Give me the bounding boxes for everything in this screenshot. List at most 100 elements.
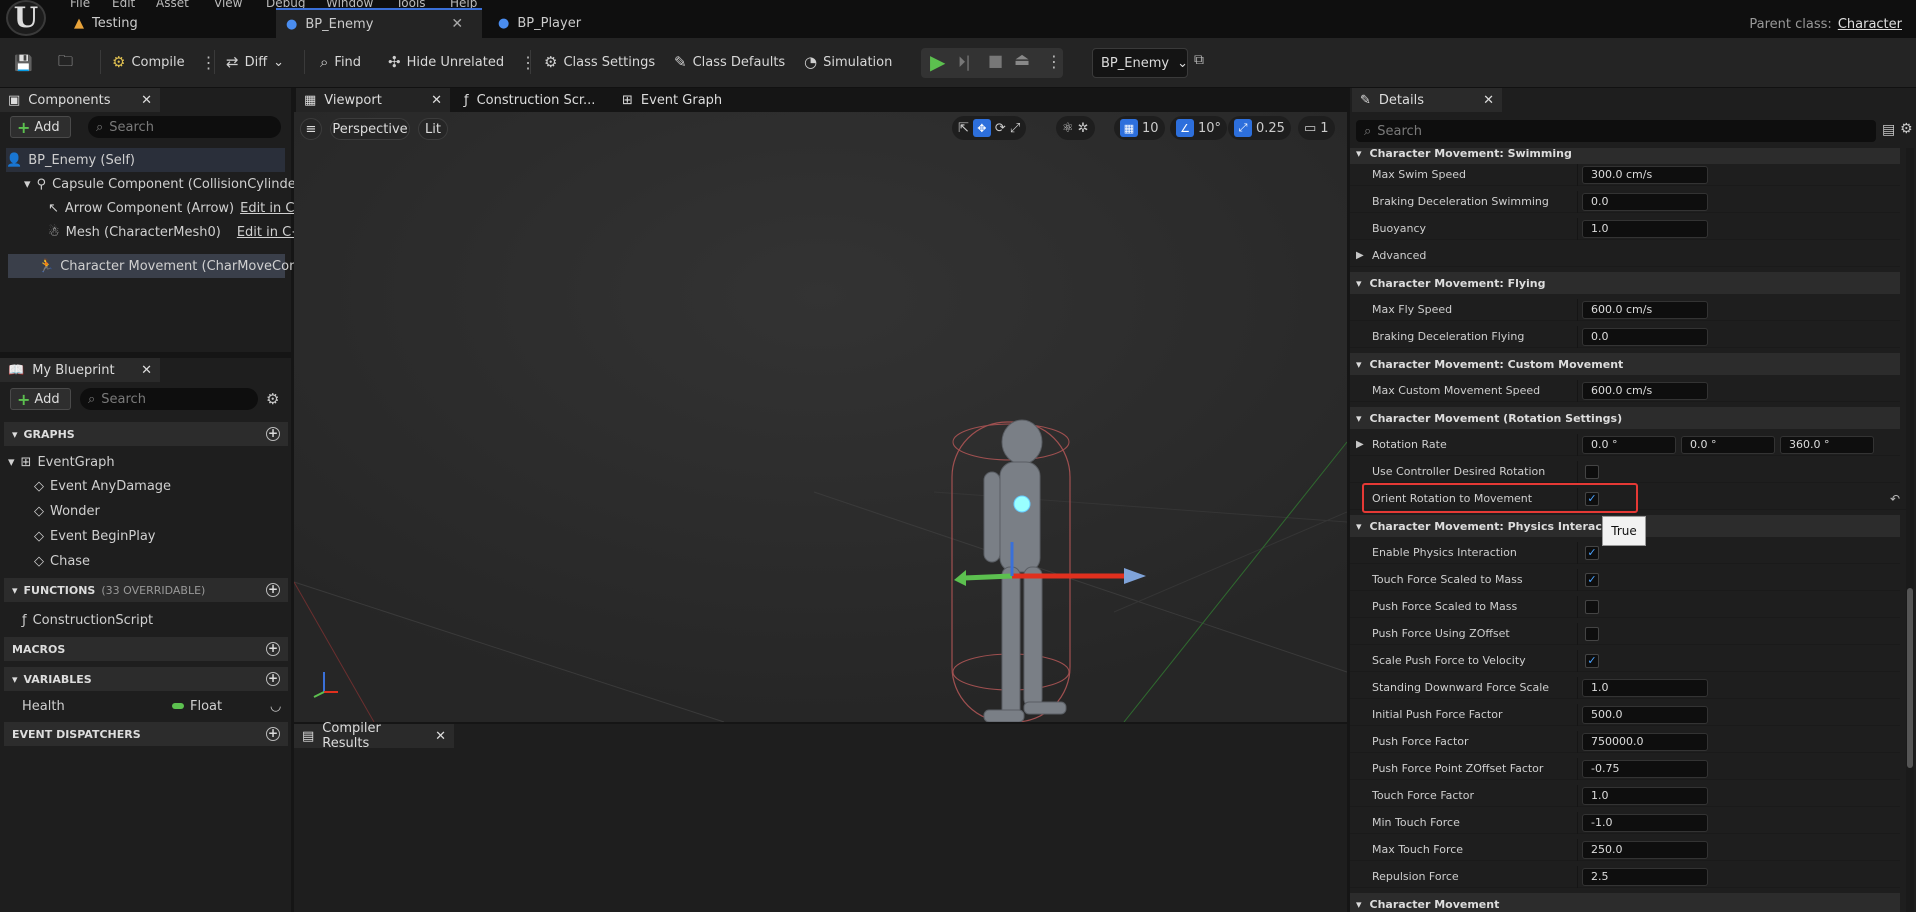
section-character-movement[interactable]: ▾ Character Movement bbox=[1350, 893, 1900, 912]
property-value[interactable]: 250.0 bbox=[1582, 841, 1708, 859]
tree-item-character-movement[interactable]: 🏃 Character Movement (CharMoveComp) bbox=[8, 254, 315, 278]
close-icon[interactable]: ✕ bbox=[141, 363, 152, 378]
add-graph-icon[interactable]: + bbox=[266, 427, 280, 441]
section-swimming[interactable]: ▾ Character Movement: Swimming bbox=[1350, 148, 1900, 164]
add-component-button[interactable]: + Add bbox=[10, 116, 71, 138]
rotation-x-value[interactable]: 0.0 ° bbox=[1582, 436, 1676, 454]
reset-to-default-icon[interactable]: ↶ bbox=[1890, 492, 1900, 506]
property-value[interactable]: 2.5 bbox=[1582, 868, 1708, 886]
event-item[interactable]: ◇ Chase bbox=[34, 549, 90, 573]
property-value[interactable]: 0.0 bbox=[1582, 193, 1708, 211]
simulation-button[interactable]: ◔ Simulation bbox=[804, 50, 892, 74]
chevron-right-icon[interactable]: ▶ bbox=[1356, 439, 1364, 450]
close-icon[interactable]: ✕ bbox=[451, 16, 463, 32]
scrollbar-thumb[interactable] bbox=[1907, 588, 1913, 768]
play-icon[interactable]: ▶ bbox=[930, 50, 945, 74]
tab-bp-player[interactable]: ● BP_Player bbox=[488, 8, 688, 38]
add-function-icon[interactable]: + bbox=[266, 583, 280, 597]
diff-button[interactable]: ⇄ Diff ⌄ bbox=[226, 50, 284, 74]
find-button[interactable]: ⌕ Find bbox=[320, 50, 361, 74]
grid-snap[interactable]: ▦ 10 bbox=[1114, 116, 1165, 140]
more-options-icon[interactable]: ⋮ bbox=[520, 53, 536, 72]
section-graphs[interactable]: ▾ GRAPHS + bbox=[4, 422, 288, 446]
components-search-input[interactable]: ⌕ Search bbox=[88, 116, 281, 138]
property-value[interactable]: -1.0 bbox=[1582, 814, 1708, 832]
graph-eventgraph[interactable]: ▾ ⊞ EventGraph bbox=[8, 450, 115, 474]
step-icon[interactable]: ⏵| bbox=[958, 53, 971, 71]
perspective-button[interactable]: Perspective bbox=[330, 118, 410, 140]
close-icon[interactable]: ✕ bbox=[431, 93, 442, 108]
checkbox-checked[interactable]: ✓ bbox=[1585, 573, 1599, 587]
property-value[interactable]: -0.75 bbox=[1582, 760, 1708, 778]
checkbox[interactable] bbox=[1585, 627, 1599, 641]
compile-button[interactable]: ⚙ Compile ⋮ bbox=[112, 50, 217, 74]
unreal-logo-icon[interactable]: U bbox=[6, 0, 46, 36]
tab-testing[interactable]: ▲ Testing bbox=[64, 8, 274, 38]
hide-unrelated-button[interactable]: ✣ Hide Unrelated ⋮ bbox=[388, 50, 536, 74]
table-view-icon[interactable]: ▤ bbox=[1882, 122, 1895, 138]
scale-icon[interactable]: ⤢ bbox=[1010, 121, 1020, 136]
class-defaults-button[interactable]: ✎ Class Defaults bbox=[674, 50, 785, 74]
checkbox-checked[interactable]: ✓ bbox=[1585, 654, 1599, 668]
section-event-dispatchers[interactable]: EVENT DISPATCHERS + bbox=[4, 722, 288, 746]
play-options-icon[interactable]: ⋮ bbox=[1046, 52, 1062, 71]
variable-item[interactable]: Health Float ◡ bbox=[22, 694, 290, 718]
tab-event-graph[interactable]: ⊞ Event Graph bbox=[614, 88, 744, 112]
event-item[interactable]: ◇ Event BeginPlay bbox=[34, 524, 156, 548]
event-item[interactable]: ◇ Event AnyDamage bbox=[34, 474, 171, 498]
property-value[interactable]: 1.0 bbox=[1582, 787, 1708, 805]
tab-compiler-results[interactable]: ▤ Compiler Results ✕ bbox=[294, 721, 454, 751]
scale-snap[interactable]: ⤢ 0.25 bbox=[1228, 116, 1291, 140]
add-member-button[interactable]: + Add bbox=[10, 388, 71, 410]
parent-class-link[interactable]: Character bbox=[1838, 17, 1902, 32]
tab-bp-enemy[interactable]: ● BP_Enemy ✕ bbox=[276, 8, 482, 38]
property-value[interactable]: 500.0 bbox=[1582, 706, 1708, 724]
checkbox[interactable] bbox=[1585, 465, 1599, 479]
world-local-icon[interactable]: ⚛ bbox=[1062, 121, 1074, 136]
add-macro-icon[interactable]: + bbox=[266, 642, 280, 656]
close-icon[interactable]: ✕ bbox=[435, 729, 446, 744]
gear-icon[interactable]: ⚙ bbox=[1900, 121, 1913, 137]
hamburger-menu-icon[interactable]: ≡ bbox=[300, 118, 322, 140]
advanced-row[interactable]: ▶ Advanced bbox=[1350, 245, 1900, 267]
details-scrollbar[interactable] bbox=[1906, 148, 1914, 912]
section-functions[interactable]: ▾ FUNCTIONS (33 OVERRIDABLE) + bbox=[4, 578, 288, 602]
tree-item-arrow[interactable]: ↖ Arrow Component (Arrow) Edit in C++ bbox=[48, 196, 316, 220]
section-macros[interactable]: MACROS + bbox=[4, 637, 288, 661]
class-settings-button[interactable]: ⚙ Class Settings bbox=[544, 50, 655, 74]
close-icon[interactable]: ✕ bbox=[141, 93, 152, 108]
details-search-input[interactable]: ⌕ Search bbox=[1356, 120, 1876, 142]
function-item[interactable]: ƒ ConstructionScript bbox=[22, 608, 153, 632]
property-value[interactable]: 750000.0 bbox=[1582, 733, 1708, 751]
tab-components[interactable]: ▣ Components ✕ bbox=[0, 88, 160, 112]
surface-snap-icon[interactable]: ✲ bbox=[1078, 121, 1089, 136]
rotation-y-value[interactable]: 0.0 ° bbox=[1681, 436, 1775, 454]
variable-type[interactable]: Float bbox=[172, 699, 222, 714]
viewport[interactable]: ≡ Perspective Lit ⇱ ✥ ⟳ ⤢ ⚛ ✲ ▦ 10 ∠ 10° ⤢… bbox=[294, 112, 1347, 722]
property-value[interactable]: 600.0 cm/s bbox=[1582, 301, 1708, 319]
property-value[interactable]: 1.0 bbox=[1582, 679, 1708, 697]
camera-speed[interactable]: ▭ 1 bbox=[1298, 116, 1335, 140]
rotation-snap[interactable]: ∠ 10° bbox=[1170, 116, 1228, 140]
select-icon[interactable]: ⇱ bbox=[958, 121, 969, 136]
property-value[interactable]: 1.0 bbox=[1582, 220, 1708, 238]
add-dispatcher-icon[interactable]: + bbox=[266, 727, 280, 741]
my-blueprint-search-input[interactable]: ⌕ Search bbox=[80, 388, 258, 410]
section-custom-movement[interactable]: ▾ Character Movement: Custom Movement bbox=[1350, 353, 1900, 375]
browse-debug-icon[interactable]: ⧉ bbox=[1194, 52, 1204, 68]
visibility-eye-icon[interactable]: ◡ bbox=[270, 699, 281, 714]
property-value[interactable]: 0.0 bbox=[1582, 328, 1708, 346]
tree-item-mesh[interactable]: ☃ Mesh (CharacterMesh0) Edit in C++ bbox=[48, 220, 313, 244]
event-item[interactable]: ◇ Wonder bbox=[34, 499, 100, 523]
section-flying[interactable]: ▾ Character Movement: Flying bbox=[1350, 272, 1900, 294]
add-variable-icon[interactable]: + bbox=[266, 672, 280, 686]
rotation-z-value[interactable]: 360.0 ° bbox=[1780, 436, 1874, 454]
tab-viewport[interactable]: ▦ Viewport ✕ bbox=[296, 88, 450, 112]
section-variables[interactable]: ▾ VARIABLES + bbox=[4, 667, 288, 691]
stop-icon[interactable]: ■ bbox=[988, 51, 1003, 70]
close-icon[interactable]: ✕ bbox=[1483, 93, 1494, 108]
checkbox[interactable] bbox=[1585, 600, 1599, 614]
lit-button[interactable]: Lit bbox=[418, 118, 448, 140]
translate-icon[interactable]: ✥ bbox=[972, 119, 991, 137]
gear-icon[interactable]: ⚙ bbox=[266, 390, 279, 408]
